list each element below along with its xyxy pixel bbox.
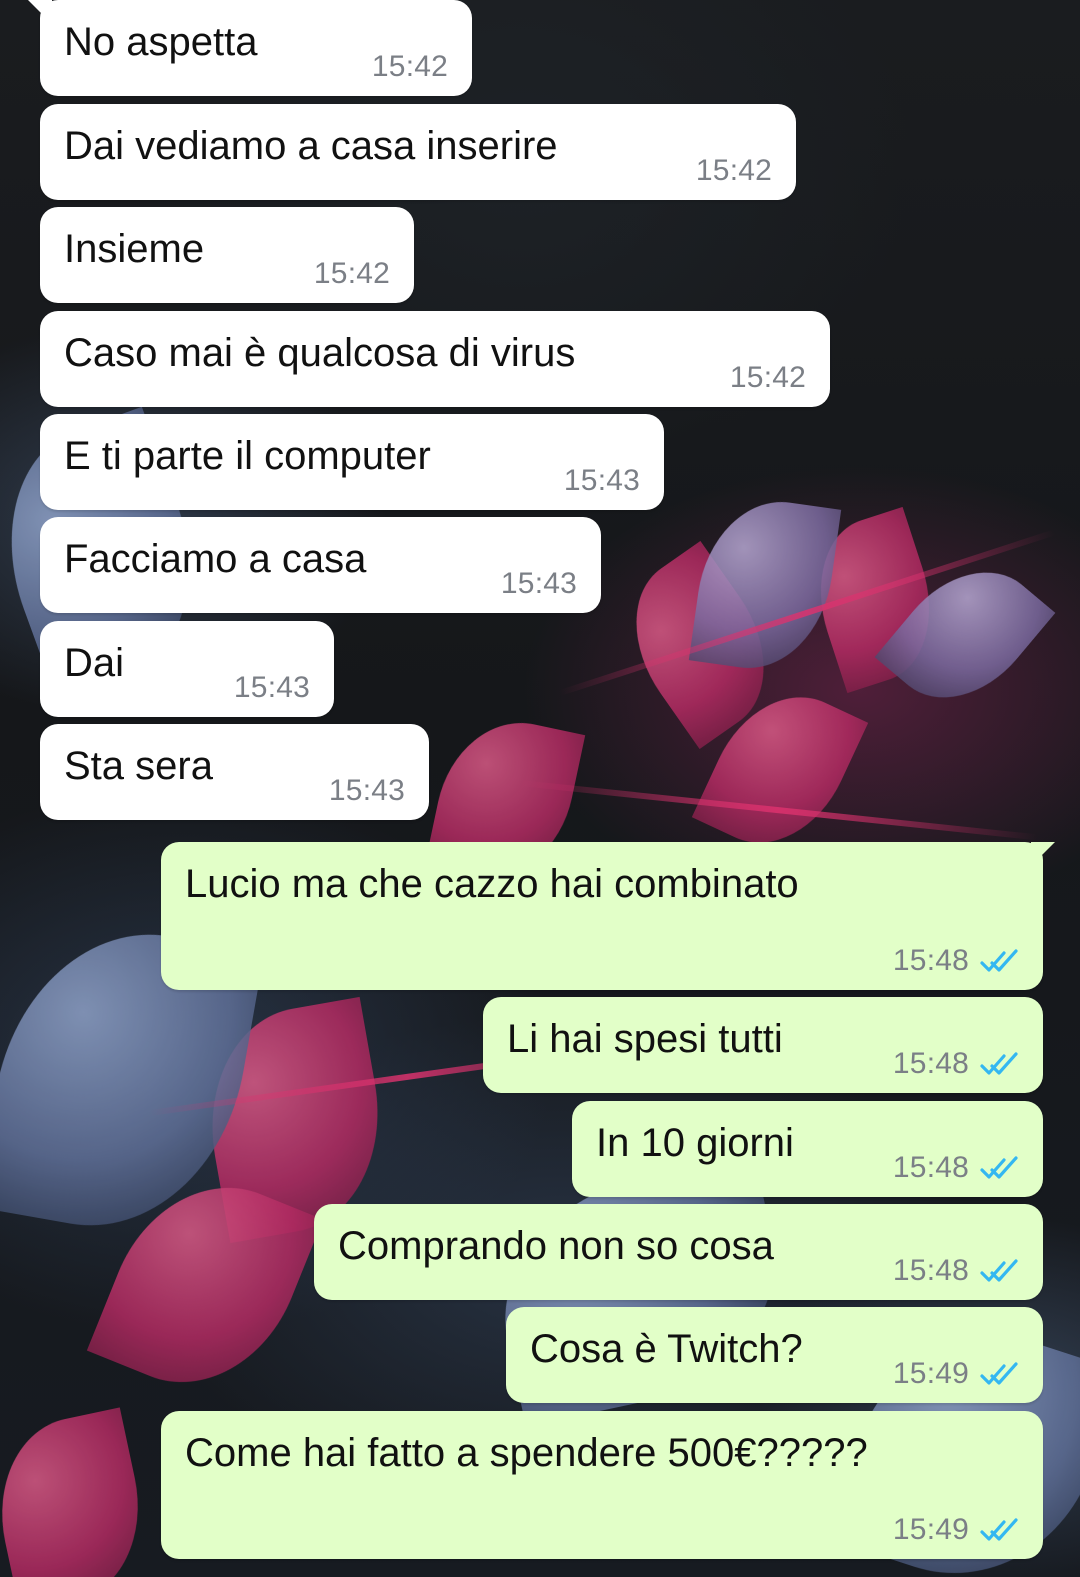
double-check-read-icon	[979, 1050, 1019, 1078]
message-time: 15:43	[233, 671, 310, 704]
message-time: 15:49	[892, 1513, 969, 1546]
double-check-read-icon	[979, 1154, 1019, 1182]
message-bubble-incoming[interactable]: No aspetta 15:42	[28, 0, 472, 96]
message-bubble-incoming[interactable]: Caso mai è qualcosa di virus 15:42	[40, 311, 830, 407]
message-meta: 15:42	[696, 154, 772, 188]
message-meta: 15:42	[372, 50, 448, 84]
message-meta: 15:43	[234, 671, 310, 705]
bubble-tail	[28, 0, 52, 24]
message-meta: 15:48	[893, 1254, 1019, 1288]
message-text: E ti parte il computer	[64, 434, 431, 478]
message-time: 15:43	[328, 774, 405, 807]
message-bubble-incoming[interactable]: E ti parte il computer 15:43	[40, 414, 664, 510]
message-meta: 15:43	[564, 464, 640, 498]
message-bubble-outgoing[interactable]: Lucio ma che cazzo hai combinato 15:48	[161, 842, 1055, 990]
message-time: 15:48	[892, 944, 969, 977]
message-bubble-incoming[interactable]: Sta sera 15:43	[40, 724, 429, 820]
message-time: 15:42	[313, 257, 390, 290]
message-time: 15:49	[892, 1357, 969, 1390]
message-time: 15:43	[563, 464, 640, 497]
message-text: Dai vediamo a casa inserire	[64, 124, 558, 168]
message-time: 15:43	[500, 567, 577, 600]
message-meta: 15:43	[501, 567, 577, 601]
message-meta: 15:48	[893, 944, 1019, 978]
message-bubble-outgoing[interactable]: Comprando non so cosa 15:48	[314, 1204, 1043, 1300]
message-meta: 15:43	[329, 774, 405, 808]
message-bubble-outgoing[interactable]: Come hai fatto a spendere 500€????? 15:4…	[161, 1411, 1043, 1559]
message-meta: 15:49	[893, 1357, 1019, 1391]
message-meta: 15:48	[893, 1151, 1019, 1185]
message-time: 15:42	[695, 154, 772, 187]
message-meta: 15:42	[314, 257, 390, 291]
double-check-read-icon	[979, 1360, 1019, 1388]
message-bubble-incoming[interactable]: Dai 15:43	[40, 621, 334, 717]
message-text: Caso mai è qualcosa di virus	[64, 331, 576, 375]
message-meta: 15:42	[730, 361, 806, 395]
double-check-read-icon	[979, 947, 1019, 975]
message-time: 15:48	[892, 1254, 969, 1287]
message-meta: 15:48	[893, 1047, 1019, 1081]
message-time: 15:48	[892, 1151, 969, 1184]
chat-thread[interactable]: No aspetta 15:42 Dai vediamo a casa inse…	[0, 0, 1080, 1577]
message-time: 15:48	[892, 1047, 969, 1080]
message-bubble-incoming[interactable]: Facciamo a casa 15:43	[40, 517, 601, 613]
message-text: Lucio ma che cazzo hai combinato	[185, 862, 799, 906]
message-time: 15:42	[371, 50, 448, 83]
message-bubble-outgoing[interactable]: In 10 giorni 15:48	[572, 1101, 1043, 1197]
message-bubble-outgoing[interactable]: Li hai spesi tutti 15:48	[483, 997, 1043, 1093]
double-check-read-icon	[979, 1516, 1019, 1544]
message-text: Come hai fatto a spendere 500€?????	[185, 1431, 868, 1475]
message-bubble-incoming[interactable]: Dai vediamo a casa inserire 15:42	[40, 104, 796, 200]
double-check-read-icon	[979, 1257, 1019, 1285]
message-time: 15:42	[729, 361, 806, 394]
message-bubble-outgoing[interactable]: Cosa è Twitch? 15:49	[506, 1307, 1043, 1403]
bubble-tail	[1031, 842, 1055, 866]
message-meta: 15:49	[893, 1513, 1019, 1547]
message-bubble-incoming[interactable]: Insieme 15:42	[40, 207, 414, 303]
